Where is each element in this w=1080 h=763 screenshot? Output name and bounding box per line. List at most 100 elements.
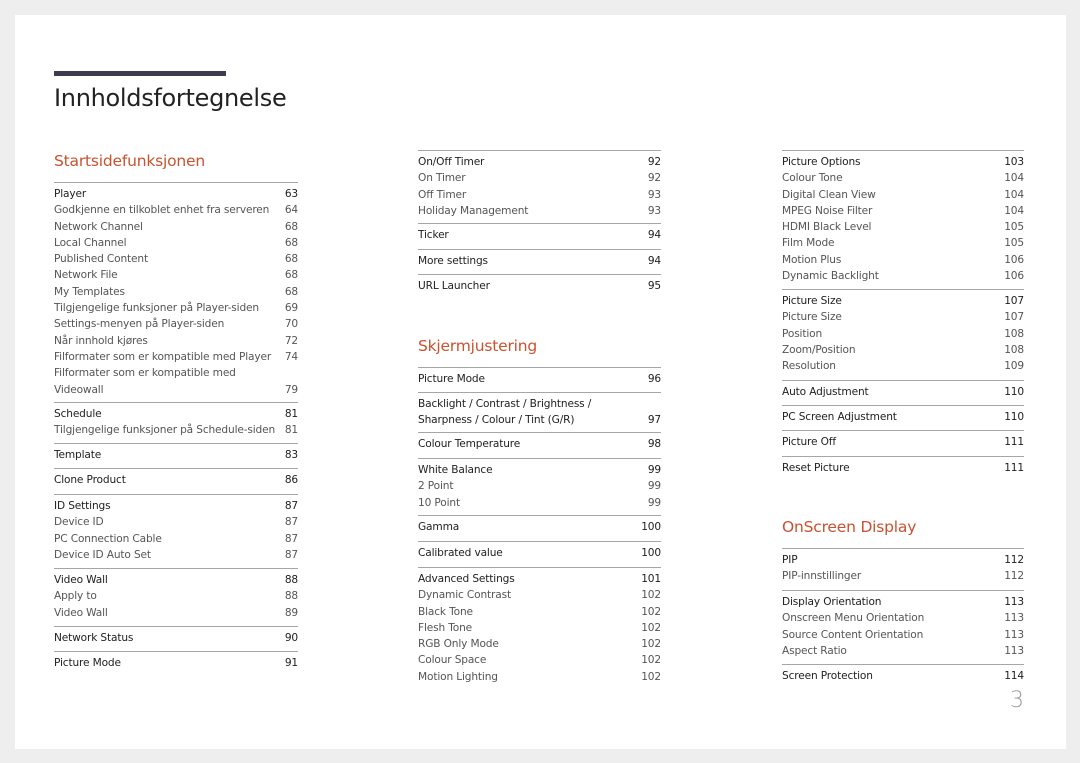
toc-entry[interactable]: More settings 94 xyxy=(418,253,661,269)
toc-entry[interactable]: Calibrated value 100 xyxy=(418,545,661,561)
toc-group: Backlight / Contrast / Brightness / Sharp… xyxy=(418,392,661,429)
toc-entry[interactable]: Advanced Settings 101 xyxy=(418,571,661,587)
toc-subentry[interactable]: On Timer 92 xyxy=(418,170,661,186)
toc-entry-page: 113 xyxy=(1004,628,1024,641)
toc-subentry[interactable]: Network File 68 xyxy=(54,267,298,283)
toc-subentry[interactable]: RGB Only Mode 102 xyxy=(418,636,661,652)
toc-subentry[interactable]: Settings-menyen på Player-siden 70 xyxy=(54,316,298,332)
toc-subentry[interactable]: Published Content 68 xyxy=(54,251,298,267)
toc-entry-page: 81 xyxy=(284,408,298,420)
toc-subentry[interactable]: Holiday Management 93 xyxy=(418,203,661,219)
toc-entry[interactable]: Network Status 90 xyxy=(54,630,298,646)
toc-subentry[interactable]: Digital Clean View 104 xyxy=(782,187,1024,203)
toc-subentry[interactable]: Motion Plus 106 xyxy=(782,252,1024,268)
toc-entry[interactable]: Screen Protection 114 xyxy=(782,668,1024,684)
toc-entry[interactable]: Picture Mode 91 xyxy=(54,655,298,671)
toc-entry-label: Motion Lighting xyxy=(418,670,498,683)
toc-entry-label: Position xyxy=(782,327,823,340)
toc-subentry[interactable]: Resolution 109 xyxy=(782,358,1024,374)
toc-entry-label: Film Mode xyxy=(782,237,835,250)
toc-subentry[interactable]: Zoom/Position 108 xyxy=(782,342,1024,358)
toc-subentry[interactable]: Tilgjengelige funksjoner på Player-siden… xyxy=(54,300,298,316)
toc-subentry[interactable]: Aspect Ratio 113 xyxy=(782,643,1024,659)
toc-subentry[interactable]: Colour Tone 104 xyxy=(782,170,1024,186)
toc-entry-page: 68 xyxy=(284,220,298,233)
page-title: Innholdsfortegnelse xyxy=(54,84,287,112)
toc-subentry[interactable]: HDMI Black Level 105 xyxy=(782,219,1024,235)
toc-subentry[interactable]: Device ID 87 xyxy=(54,514,298,530)
toc-group: Display Orientation 113 Onscreen Menu Orie… xyxy=(782,590,1024,659)
toc-entry-page: 113 xyxy=(1004,612,1024,625)
toc-subentry[interactable]: Godkjenne en tilkoblet enhet fra servere… xyxy=(54,202,298,218)
toc-entry-page: 88 xyxy=(284,574,298,586)
toc-group: Ticker 94 xyxy=(418,223,661,243)
toc-entry[interactable]: Gamma 100 xyxy=(418,519,661,535)
toc-subentry[interactable]: My Templates 68 xyxy=(54,284,298,300)
toc-entry[interactable]: Player 63 xyxy=(54,186,298,202)
toc-entry[interactable]: Ticker 94 xyxy=(418,227,661,243)
toc-entry[interactable]: Schedule 81 xyxy=(54,406,298,422)
toc-subentry[interactable]: Motion Lighting 102 xyxy=(418,669,661,685)
toc-subentry[interactable]: Onscreen Menu Orientation 113 xyxy=(782,610,1024,626)
toc-entry[interactable]: Picture Off 111 xyxy=(782,434,1024,450)
toc-subentry[interactable]: Colour Space 102 xyxy=(418,652,661,668)
toc-subentry[interactable]: Dynamic Backlight 106 xyxy=(782,268,1024,284)
toc-entry[interactable]: PIP 112 xyxy=(782,552,1024,568)
toc-entry[interactable]: PC Screen Adjustment 110 xyxy=(782,409,1024,425)
title-accent-bar xyxy=(54,71,226,76)
toc-entry-label: Picture Mode xyxy=(54,657,121,669)
toc-entry-page: 106 xyxy=(1004,270,1024,283)
toc-subentry[interactable]: Film Mode 105 xyxy=(782,235,1024,251)
toc-subentry[interactable]: Black Tone 102 xyxy=(418,604,661,620)
toc-entry-label: Tilgjengelige funksjoner på Player-siden xyxy=(54,302,259,315)
toc-subentry[interactable]: Apply to 88 xyxy=(54,588,298,604)
toc-entry-page: 64 xyxy=(284,204,298,217)
toc-entry[interactable]: Reset Picture 111 xyxy=(782,460,1024,476)
toc-entry-page: 68 xyxy=(284,285,298,298)
toc-subentry[interactable]: Flesh Tone 102 xyxy=(418,620,661,636)
toc-entry[interactable]: Display Orientation 113 xyxy=(782,594,1024,610)
toc-subentry[interactable]: Picture Size 107 xyxy=(782,309,1024,325)
toc-subentry[interactable]: PIP-innstillinger 112 xyxy=(782,568,1024,584)
toc-entry[interactable]: Colour Temperature 98 xyxy=(418,436,661,452)
toc-subentry[interactable]: Source Content Orientation 113 xyxy=(782,627,1024,643)
toc-entry[interactable]: Video Wall 88 xyxy=(54,572,298,588)
toc-entry-label: Device ID xyxy=(54,516,104,529)
toc-entry-label: PC Connection Cable xyxy=(54,532,162,545)
toc-subentry[interactable]: Video Wall 89 xyxy=(54,605,298,621)
toc-subentry[interactable]: Når innhold kjøres 72 xyxy=(54,333,298,349)
toc-subentry[interactable]: Filformater som er kompatible med Player… xyxy=(54,349,298,365)
toc-subentry[interactable]: 2 Point 99 xyxy=(418,478,661,494)
toc-entry-page: 113 xyxy=(1004,596,1024,608)
toc-subentry[interactable]: Off Timer 93 xyxy=(418,187,661,203)
toc-subentry[interactable]: MPEG Noise Filter 104 xyxy=(782,203,1024,219)
toc-subentry[interactable]: Position 108 xyxy=(782,326,1024,342)
toc-subentry[interactable]: PC Connection Cable 87 xyxy=(54,531,298,547)
toc-entry[interactable]: Clone Product 86 xyxy=(54,472,298,488)
toc-subentry[interactable]: Filformater som er kompatible med Videowa… xyxy=(54,365,298,398)
toc-entry-page: 70 xyxy=(284,318,298,331)
toc-subentry[interactable]: Network Channel 68 xyxy=(54,219,298,235)
toc-entry[interactable]: Picture Options 103 xyxy=(782,154,1024,170)
toc-subentry[interactable]: Local Channel 68 xyxy=(54,235,298,251)
toc-entry[interactable]: Picture Size 107 xyxy=(782,293,1024,309)
toc-subentry[interactable]: Device ID Auto Set 87 xyxy=(54,547,298,563)
toc-entry-label: White Balance xyxy=(418,464,493,476)
toc-entry[interactable]: Template 83 xyxy=(54,447,298,463)
toc-entry[interactable]: White Balance 99 xyxy=(418,462,661,478)
toc-subentry[interactable]: 10 Point 99 xyxy=(418,495,661,511)
toc-group: Advanced Settings 101 Dynamic Contrast 102 B… xyxy=(418,567,661,685)
toc-entry-label: Tilgjengelige funksjoner på Schedule-sid… xyxy=(54,424,276,437)
toc-subentry[interactable]: Dynamic Contrast 102 xyxy=(418,587,661,603)
toc-entry-label: 2 Point xyxy=(418,480,454,493)
toc-group: URL Launcher 95 xyxy=(418,274,661,294)
toc-entry[interactable]: Backlight / Contrast / Brightness / Sharp… xyxy=(418,396,661,429)
toc-entry[interactable]: On/Off Timer 92 xyxy=(418,154,661,170)
toc-entry-label: Filformater som er kompatible med Videowa… xyxy=(54,367,236,396)
toc-entry-label: Source Content Orientation xyxy=(782,628,924,641)
toc-subentry[interactable]: Tilgjengelige funksjoner på Schedule-sid… xyxy=(54,422,298,438)
toc-entry[interactable]: Auto Adjustment 110 xyxy=(782,384,1024,400)
toc-entry[interactable]: URL Launcher 95 xyxy=(418,278,661,294)
toc-entry[interactable]: Picture Mode 96 xyxy=(418,371,661,387)
toc-entry[interactable]: ID Settings 87 xyxy=(54,498,298,514)
